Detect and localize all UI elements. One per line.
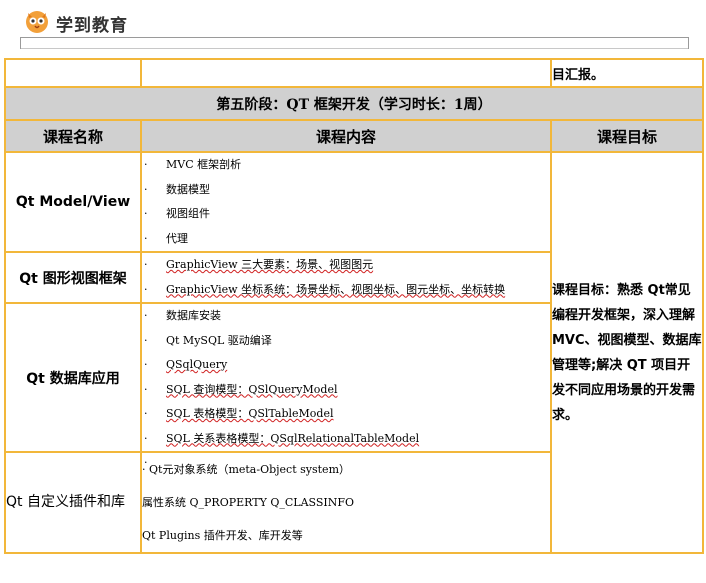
continuation-row: 目汇报。 [4,58,704,88]
course-name: Qt 图形视图框架 [4,251,142,304]
stage-row: 第五阶段：QT 框架开发（学习时长：1周） [4,86,704,121]
column-header-content: 课程内容 [140,119,552,153]
list-item: · SQL 查询模型：QSlQueryModel [144,382,338,396]
course-table: 目汇报。 第五阶段：QT 框架开发（学习时长：1周） 课程名称 课程内容 课程目… [4,58,704,554]
list-item: · 代理 [144,231,188,245]
list-item: · QSqlQuery [144,358,228,371]
owl-logo-icon [26,11,48,33]
header-divider-lower [20,48,688,49]
column-header-goal: 课程目标 [550,119,704,153]
header-corner-left [20,37,21,49]
list-item: · MVC 框架剖析 [144,158,242,171]
list-item: · SQL 关系表格模型：QSqlRelationalTableModel [144,431,420,445]
list-item: · Qt元对象系统（meta-Object system） [142,463,350,476]
list-item: · GraphicView 三大要素：场景、视图图元 [144,258,374,271]
header-corner-right [688,37,689,49]
list-item: · 数据模型 [144,182,210,196]
course-name: Qt Model/View [4,151,142,253]
course-content: · 数据库安装 · Qt MySQL 驱动编译 · QSqlQuery · SQL 查询… [140,302,552,469]
header-row: 课程名称 课程内容 课程目标 [4,119,704,153]
column-header-name: 课程名称 [4,119,142,153]
continuation-content-cell [140,58,552,88]
course-name: Qt 自定义插件和库 [4,451,142,554]
list-item: · SQL 表格模型：QSlTableModel [144,407,334,420]
list-item: · Qt MySQL 驱动编译 [144,333,272,347]
page-header: 学到教育 [0,0,706,56]
course-name: Qt 数据库应用 [4,302,142,453]
brand-name: 学到教育 [56,16,128,36]
list-item: · 数据库安装 [144,309,221,322]
list-item: · GraphicView 坐标系统：场景坐标、视图坐标、图元坐标、坐标转换 [144,282,506,296]
course-row-model-view: Qt Model/View · MVC 框架剖析 · 数据模型 · 视图组件 · 代理 … [4,151,704,554]
content-line: 属性系统 Q_PROPERTY Q_CLASSINFO [142,496,355,509]
content-line: Qt Plugins 插件开发、库开发等 [142,529,303,542]
course-content: · MVC 框架剖析 · 数据模型 · 视图组件 · 代理 [140,151,552,253]
course-content: · GraphicView 三大要素：场景、视图图元 · GraphicView 坐… [140,251,552,304]
continuation-name-cell [4,58,142,88]
continuation-goal-cell: 目汇报。 [550,58,704,88]
header-divider [20,37,688,38]
course-goal: 课程目标：熟悉 Qt常见编程开发框架，深入理解 MVC、视图模型、数据库管理等;… [550,151,704,554]
stage-title: 第五阶段：QT 框架开发（学习时长：1周） [4,86,704,121]
list-item: · 视图组件 [144,207,210,220]
course-content: · Qt元对象系统（meta-Object system） 属性系统 Q_PRO… [140,451,552,554]
